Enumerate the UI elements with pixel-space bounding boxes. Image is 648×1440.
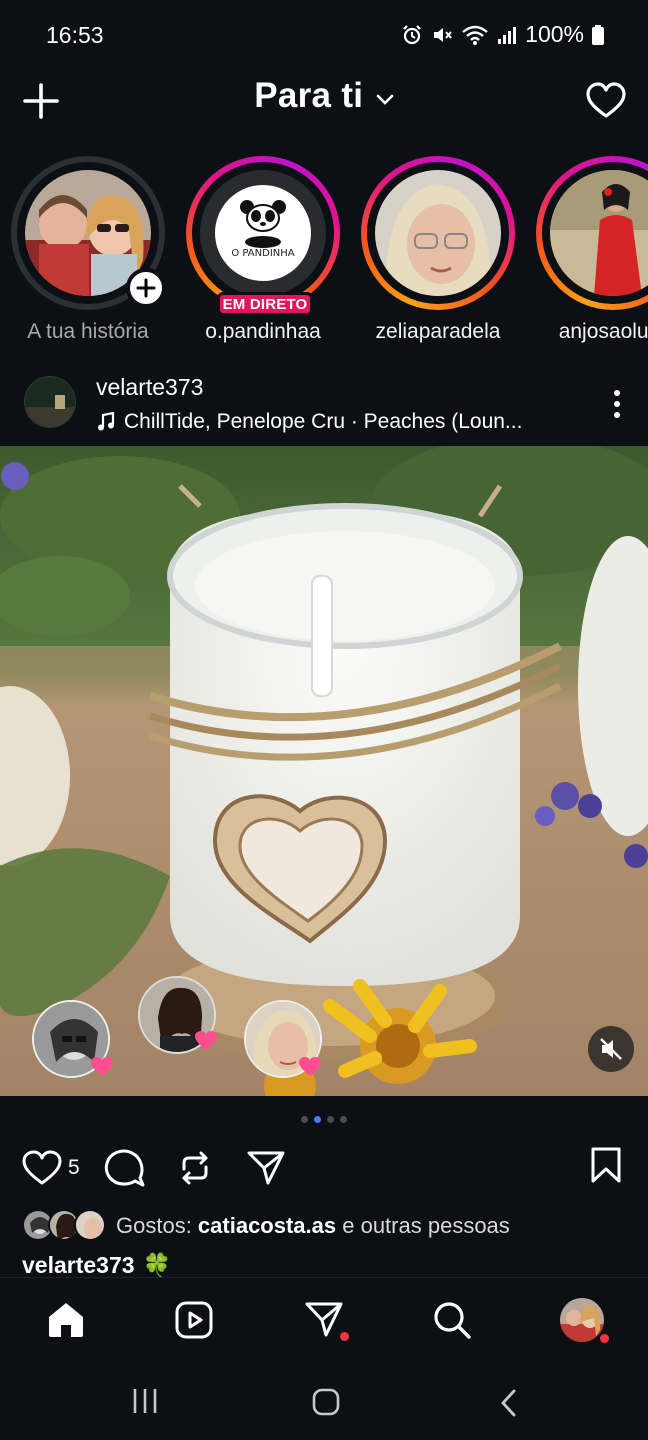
recents-button[interactable] xyxy=(132,1386,158,1416)
post-actions: 5 xyxy=(0,1144,648,1192)
nav-reels[interactable] xyxy=(172,1298,216,1342)
carousel-dot xyxy=(301,1116,308,1123)
direct-icon xyxy=(305,1302,343,1337)
reaction-heart-icon xyxy=(91,1057,113,1076)
add-story-button[interactable] xyxy=(126,268,166,308)
music-note-icon xyxy=(98,412,115,431)
carousel-dot-active xyxy=(314,1116,321,1123)
liker-avatars xyxy=(22,1209,106,1243)
carousel-indicator xyxy=(0,1116,648,1123)
story-item[interactable]: zeliaparadela xyxy=(358,156,518,346)
stories-tray: A tua história O PANDINHA EM DIRETO o.pa… xyxy=(0,156,648,351)
home-button[interactable] xyxy=(312,1388,340,1416)
search-icon xyxy=(434,1302,471,1339)
app-header: Para ti xyxy=(0,70,648,132)
comment-button[interactable] xyxy=(104,1148,146,1188)
story-item[interactable]: anjosaoluar xyxy=(533,156,648,346)
like-count[interactable]: 5 xyxy=(68,1156,80,1180)
pandinha-logo-text: O PANDINHA xyxy=(231,248,294,259)
likes-username[interactable]: catiacosta.as xyxy=(198,1213,336,1238)
caption-username[interactable]: velarte373 xyxy=(22,1252,135,1279)
post-image[interactable] xyxy=(0,446,648,1096)
nav-search[interactable] xyxy=(430,1298,474,1342)
signal-icon xyxy=(498,26,517,44)
likes-prefix: Gostos: xyxy=(116,1213,198,1238)
music-label: ChillTide, Penelope Cru · Peaches (Loun.… xyxy=(124,410,523,433)
post-caption: velarte373 🍀 xyxy=(22,1252,171,1279)
carousel-dot xyxy=(340,1116,347,1123)
reaction-heart-icon xyxy=(195,1031,217,1050)
post-music[interactable]: ChillTide, Penelope Cru · Peaches (Loun.… xyxy=(96,410,522,434)
post-author-avatar[interactable] xyxy=(24,376,76,428)
story-ring: O PANDINHA xyxy=(186,156,340,310)
reaction-heart-icon xyxy=(299,1057,321,1076)
likes-summary[interactable]: Gostos: catiacosta.as e outras pessoas xyxy=(22,1208,510,1244)
chevron-down-icon xyxy=(376,94,394,105)
share-button[interactable] xyxy=(246,1150,286,1186)
alarm-icon xyxy=(403,24,421,44)
post-username[interactable]: velarte373 xyxy=(96,374,203,401)
status-bar: 16:53 100% xyxy=(0,0,648,70)
live-badge: EM DIRETO xyxy=(217,292,313,316)
save-button[interactable] xyxy=(590,1146,622,1184)
page-title: Para ti xyxy=(254,76,364,115)
story-name: o.pandinhaa xyxy=(205,320,321,343)
wifi-icon xyxy=(462,25,488,45)
likes-suffix: e outras pessoas xyxy=(336,1213,510,1238)
avatar xyxy=(74,1209,106,1241)
repost-button[interactable] xyxy=(176,1149,214,1187)
carousel-dot xyxy=(327,1116,334,1123)
notification-dot xyxy=(600,1334,609,1343)
like-button[interactable] xyxy=(22,1150,62,1186)
story-ring xyxy=(536,156,648,310)
back-button[interactable] xyxy=(498,1388,518,1418)
clover-emoji: 🍀 xyxy=(142,1252,172,1278)
status-time: 16:53 xyxy=(46,22,104,48)
profile-avatar xyxy=(560,1298,604,1342)
story-ring xyxy=(361,156,515,310)
system-navigation xyxy=(0,1364,648,1440)
plus-icon xyxy=(136,278,156,298)
avatar: O PANDINHA xyxy=(200,170,326,296)
nav-profile[interactable] xyxy=(560,1298,609,1343)
nav-home[interactable] xyxy=(44,1298,88,1342)
speaker-muted-icon xyxy=(600,1038,622,1060)
story-name: anjosaoluar xyxy=(558,320,648,343)
candle-photo xyxy=(0,446,648,1096)
mute-toggle-button[interactable] xyxy=(588,1026,634,1072)
story-name: A tua história xyxy=(27,320,149,343)
battery-percentage: 100% xyxy=(525,21,584,47)
likes-text: Gostos: catiacosta.as e outras pessoas xyxy=(116,1213,510,1239)
story-name: zeliaparadela xyxy=(375,320,501,343)
bottom-navigation xyxy=(0,1278,648,1364)
notification-dot xyxy=(340,1332,349,1341)
more-options-button[interactable] xyxy=(612,388,622,420)
nav-direct[interactable] xyxy=(302,1298,349,1342)
story-live[interactable]: O PANDINHA EM DIRETO o.pandinhaa xyxy=(183,156,343,346)
avatar xyxy=(550,170,648,296)
avatar xyxy=(375,170,501,296)
notifications-heart-button[interactable] xyxy=(586,82,626,120)
home-icon xyxy=(49,1303,83,1337)
status-icons: 100% xyxy=(401,21,604,48)
reels-icon xyxy=(175,1301,213,1339)
battery-icon xyxy=(592,24,604,45)
mute-icon xyxy=(434,27,452,42)
feed-selector[interactable]: Para ti xyxy=(0,76,648,116)
post-header: velarte373 ChillTide, Penelope Cru · Pea… xyxy=(0,366,648,442)
story-own[interactable]: A tua história xyxy=(8,156,168,346)
